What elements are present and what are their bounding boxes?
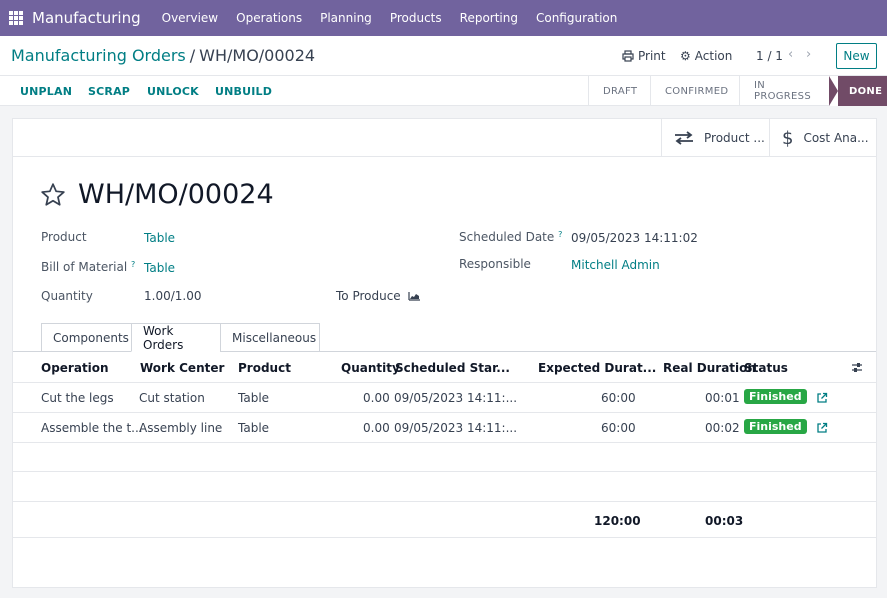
menu-configuration[interactable]: Configuration bbox=[527, 11, 626, 25]
cell-quantity: 0.00 bbox=[363, 421, 390, 435]
cell-scheduled-start: 09/05/2023 14:11:... bbox=[394, 391, 518, 405]
chevron-left-icon[interactable]: ‹ bbox=[788, 47, 793, 62]
tab-components[interactable]: Components bbox=[41, 323, 132, 352]
unbuild-button[interactable]: UNBUILD bbox=[215, 85, 272, 98]
status-badge: Finished bbox=[744, 389, 807, 404]
unplan-button[interactable]: UNPLAN bbox=[20, 85, 72, 98]
apps-menu-icon[interactable] bbox=[9, 11, 23, 25]
col-status[interactable]: Status bbox=[744, 361, 788, 375]
to-produce-label: To Produce bbox=[336, 289, 401, 303]
product-moves-button[interactable]: Product ... bbox=[661, 119, 769, 157]
quantity-label: Quantity bbox=[41, 289, 93, 303]
total-real-duration: 00:03 bbox=[705, 514, 744, 528]
gear-icon: ⚙ bbox=[680, 49, 691, 63]
status-bar: UNPLAN SCRAP UNLOCK UNBUILD DRAFT CONFIR… bbox=[0, 76, 887, 106]
unlock-button[interactable]: UNLOCK bbox=[147, 85, 199, 98]
pager-value[interactable]: 1 / 1 bbox=[756, 49, 783, 63]
product-value[interactable]: Table bbox=[144, 231, 175, 245]
action-label: Action bbox=[694, 49, 733, 63]
menu-reporting[interactable]: Reporting bbox=[451, 11, 527, 25]
breadcrumb: Manufacturing Orders / WH/MO/00024 bbox=[11, 46, 315, 65]
form-sheet: Product ... $ Cost Ana... WH/MO/00024 Pr… bbox=[12, 118, 877, 588]
column-settings-icon[interactable] bbox=[851, 362, 863, 374]
col-scheduled-start[interactable]: Scheduled Star... bbox=[395, 361, 510, 375]
cell-work-center: Assembly line bbox=[139, 421, 223, 435]
menu-products[interactable]: Products bbox=[381, 11, 451, 25]
external-link-icon[interactable] bbox=[816, 392, 828, 404]
total-expected-duration: 120:00 bbox=[594, 514, 641, 528]
col-expected-duration[interactable]: Expected Durat... bbox=[538, 361, 656, 375]
stage-pipeline: DRAFT CONFIRMED IN PROGRESS DONE bbox=[588, 76, 887, 106]
table-row[interactable]: Assemble the t... Assembly line Table 0.… bbox=[13, 413, 876, 443]
product-label: Product bbox=[41, 230, 87, 244]
scrap-button[interactable]: SCRAP bbox=[88, 85, 130, 98]
cell-real-duration: 00:01 bbox=[705, 391, 740, 405]
empty-row bbox=[13, 472, 876, 502]
col-quantity[interactable]: Quantity bbox=[341, 361, 400, 375]
bom-value[interactable]: Table bbox=[144, 261, 175, 275]
record-name: WH/MO/00024 bbox=[78, 179, 274, 210]
dollar-icon: $ bbox=[782, 127, 794, 149]
cell-scheduled-start: 09/05/2023 14:11:... bbox=[394, 421, 518, 435]
menu-overview[interactable]: Overview bbox=[153, 11, 228, 25]
star-icon[interactable] bbox=[40, 182, 66, 208]
app-brand[interactable]: Manufacturing bbox=[32, 9, 141, 27]
print-button[interactable]: Print bbox=[622, 49, 666, 63]
action-button[interactable]: ⚙ Action bbox=[680, 49, 732, 63]
print-icon bbox=[622, 50, 634, 62]
tab-miscellaneous[interactable]: Miscellaneous bbox=[220, 323, 320, 352]
responsible-label: Responsible bbox=[459, 257, 531, 271]
breadcrumb-current: WH/MO/00024 bbox=[199, 46, 316, 65]
bom-label: Bill of Material ? bbox=[41, 260, 136, 274]
cost-analysis-label: Cost Ana... bbox=[803, 131, 869, 145]
scheduled-date-help-mark[interactable]: ? bbox=[558, 230, 562, 239]
new-button[interactable]: New bbox=[836, 43, 877, 69]
cell-work-center: Cut station bbox=[139, 391, 205, 405]
cell-product: Table bbox=[238, 391, 270, 405]
print-label: Print bbox=[638, 49, 666, 63]
table-row[interactable]: Cut the legs Cut station Table 0.00 09/0… bbox=[13, 383, 876, 413]
cell-product: Table bbox=[238, 421, 270, 435]
col-product[interactable]: Product bbox=[238, 361, 291, 375]
col-operation[interactable]: Operation bbox=[41, 361, 109, 375]
cell-operation: Assemble the t... bbox=[41, 421, 143, 435]
scheduled-date-label: Scheduled Date ? bbox=[459, 230, 563, 244]
stage-in-progress[interactable]: IN PROGRESS bbox=[739, 76, 829, 106]
col-work-center[interactable]: Work Center bbox=[140, 361, 224, 375]
bom-help-mark[interactable]: ? bbox=[131, 260, 135, 269]
forecast-chart-icon[interactable] bbox=[408, 291, 421, 301]
external-link-icon[interactable] bbox=[816, 422, 828, 434]
cell-operation: Cut the legs bbox=[41, 391, 114, 405]
cell-real-duration: 00:02 bbox=[705, 421, 740, 435]
notebook-tabs: Components Work Orders Miscellaneous bbox=[41, 323, 320, 352]
stage-draft[interactable]: DRAFT bbox=[588, 76, 650, 106]
responsible-value[interactable]: Mitchell Admin bbox=[571, 258, 660, 272]
cost-analysis-button[interactable]: $ Cost Ana... bbox=[769, 119, 876, 157]
col-real-duration[interactable]: Real Duration bbox=[663, 361, 756, 375]
breadcrumb-parent[interactable]: Manufacturing Orders bbox=[11, 46, 186, 65]
cell-expected-duration: 60:00 bbox=[601, 421, 636, 435]
table-header: Operation Work Center Product Quantity S… bbox=[13, 352, 876, 383]
scheduled-date-value[interactable]: 09/05/2023 14:11:02 bbox=[571, 231, 698, 245]
control-panel: Manufacturing Orders / WH/MO/00024 Print ⚙… bbox=[0, 36, 887, 76]
stage-done[interactable]: DONE bbox=[829, 76, 887, 106]
menu-planning[interactable]: Planning bbox=[311, 11, 381, 25]
stage-confirmed[interactable]: CONFIRMED bbox=[650, 76, 739, 106]
menu-operations[interactable]: Operations bbox=[227, 11, 311, 25]
chevron-right-icon[interactable]: › bbox=[806, 47, 811, 62]
status-badge: Finished bbox=[744, 419, 807, 434]
table-footer-totals: 120:00 00:03 bbox=[13, 502, 876, 538]
quantity-value: 1.00/1.00 bbox=[144, 289, 202, 303]
cell-expected-duration: 60:00 bbox=[601, 391, 636, 405]
empty-row bbox=[13, 443, 876, 472]
cell-quantity: 0.00 bbox=[363, 391, 390, 405]
tab-work-orders[interactable]: Work Orders bbox=[131, 323, 221, 352]
breadcrumb-separator: / bbox=[189, 46, 196, 65]
product-moves-label: Product ... bbox=[704, 131, 765, 145]
button-box: Product ... $ Cost Ana... bbox=[13, 119, 876, 157]
top-navbar: Manufacturing Overview Operations Planni… bbox=[0, 0, 887, 36]
exchange-icon bbox=[675, 131, 693, 145]
record-title: WH/MO/00024 bbox=[40, 179, 274, 210]
